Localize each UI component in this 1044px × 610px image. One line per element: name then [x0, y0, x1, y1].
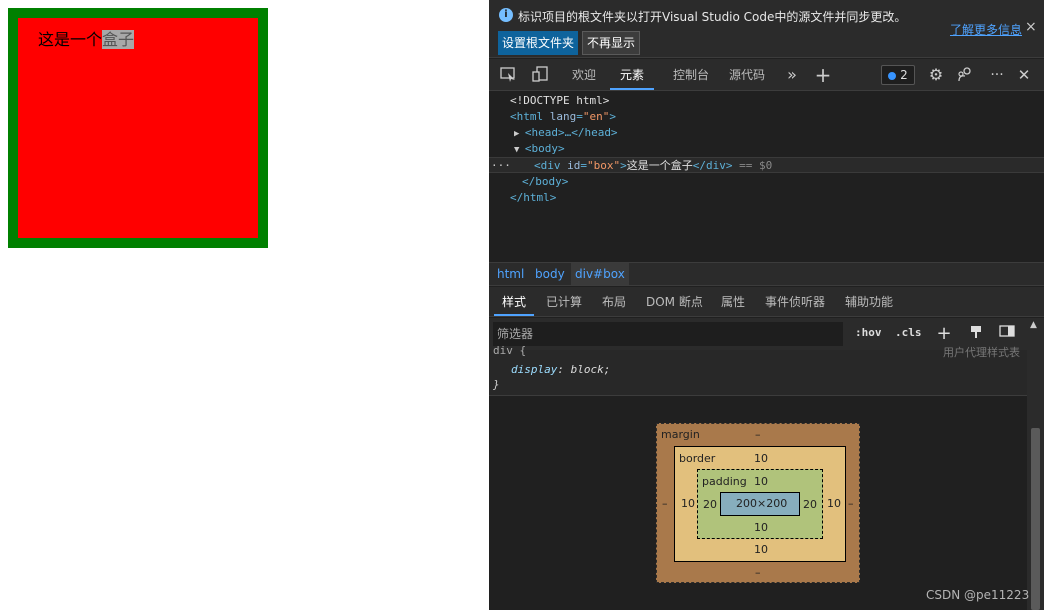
device-emulation-icon[interactable] [530, 65, 550, 85]
border-left: 10 [681, 497, 695, 510]
box-model-border[interactable]: border 10 10 10 10 padding 10 10 20 20 2… [674, 446, 846, 562]
demo-box[interactable]: 这是一个盒子 [18, 18, 258, 238]
dont-show-again-button[interactable]: 不再显示 [582, 31, 641, 55]
info-message: 标识项目的根文件夹以打开Visual Studio Code中的源文件并同步更改… [518, 10, 907, 24]
margin-bottom: – [755, 566, 761, 579]
expand-arrow-icon[interactable]: ▶ [514, 129, 525, 139]
settings-gear-icon[interactable]: ⚙ [926, 65, 946, 85]
padding-top: 10 [754, 475, 768, 488]
dom-line-doctype[interactable]: <!DOCTYPE html> [489, 93, 1044, 109]
class-toggle[interactable]: .cls [895, 326, 922, 339]
border-right: 10 [827, 497, 841, 510]
issues-count: 2 [900, 68, 908, 82]
learn-more-link[interactable]: 了解更多信息 [950, 21, 1022, 38]
property-name: display [511, 363, 558, 376]
border-top: 10 [754, 452, 768, 465]
dom-line-head[interactable]: ▶ <head>…</head> [489, 125, 1044, 141]
breadcrumb-div-box[interactable]: div#box [571, 263, 629, 285]
rule-close-brace: } [493, 378, 500, 391]
padding-bottom: 10 [754, 521, 768, 534]
collapse-arrow-icon[interactable]: ▼ [514, 145, 525, 155]
tab-styles[interactable]: 样式 [494, 287, 535, 316]
dom-line-body-close[interactable]: </body> [489, 174, 1044, 190]
tab-welcome[interactable]: 欢迎 [572, 59, 596, 90]
tab-computed[interactable]: 已计算 [538, 287, 590, 316]
close-devtools-icon[interactable]: ✕ [1014, 65, 1034, 85]
rule-selector[interactable]: div { [493, 344, 526, 357]
devtools-panel: i 标识项目的根文件夹以打开Visual Studio Code中的源文件并同步… [489, 0, 1044, 610]
margin-left: – [662, 497, 668, 510]
content-size: 200×200 [736, 497, 788, 510]
margin-right: – [848, 497, 854, 510]
styles-tabbar: 样式 已计算 布局 DOM 断点 属性 事件侦听器 辅助功能 [489, 287, 1044, 317]
tab-event-listeners[interactable]: 事件侦听器 [757, 287, 833, 316]
tab-console[interactable]: 控制台 [673, 59, 709, 90]
inspect-element-icon[interactable] [498, 65, 518, 85]
more-options-icon[interactable]: ··· [987, 65, 1007, 85]
box-text: 这是一个 [38, 30, 103, 49]
box-model-padding[interactable]: padding 10 10 20 20 200×200 [697, 469, 823, 539]
scrollbar-thumb[interactable] [1031, 428, 1040, 610]
dom-line-div-selected[interactable]: ··· <div id="box">这是一个盒子</div> == $0 [489, 157, 1044, 173]
issues-icon [888, 71, 897, 80]
issues-badge[interactable]: 2 [881, 65, 915, 85]
box-model-margin[interactable]: margin – – – – border 10 10 10 10 paddin… [656, 423, 860, 583]
rule-declaration[interactable]: display: block; [511, 363, 610, 376]
add-tab-icon[interactable]: + [813, 65, 833, 85]
page-viewport: 这是一个盒子 [0, 0, 489, 610]
watermark: CSDN @pe11223 [926, 588, 1030, 602]
breadcrumb-body[interactable]: body [531, 263, 569, 285]
box-model-area: margin – – – – border 10 10 10 10 paddin… [489, 396, 1027, 610]
devtools-toolbar: 欢迎 元素 控制台 源代码 » + 2 ⚙ ··· ✕ [489, 59, 1044, 91]
dom-tree: <!DOCTYPE html> <html lang="en"> ▶ <head… [489, 92, 1044, 262]
breadcrumb-html[interactable]: html [493, 263, 528, 285]
scroll-up-icon[interactable]: ▲ [1030, 320, 1037, 330]
style-rule: div { 用户代理样式表 display: block; } [489, 344, 1027, 396]
breadcrumb: html body div#box [489, 262, 1044, 286]
more-tabs-icon[interactable]: » [782, 65, 802, 85]
property-value: block [570, 363, 604, 376]
rule-source[interactable]: 用户代理样式表 [943, 344, 1020, 360]
hover-state-toggle[interactable]: :hov [855, 326, 882, 339]
info-bar: i 标识项目的根文件夹以打开Visual Studio Code中的源文件并同步… [489, 0, 1044, 58]
tab-layout[interactable]: 布局 [594, 287, 634, 316]
padding-label: padding [702, 475, 747, 488]
margin-label: margin [661, 428, 700, 441]
dom-line-body[interactable]: ▼ <body> [489, 141, 1044, 157]
paint-format-icon[interactable] [967, 324, 985, 344]
node-menu-icon[interactable]: ··· [489, 158, 534, 174]
demo-box-border[interactable]: 这是一个盒子 [8, 8, 268, 248]
toggle-sidebar-icon[interactable] [998, 324, 1016, 344]
tab-accessibility[interactable]: 辅助功能 [837, 287, 901, 316]
border-bottom: 10 [754, 543, 768, 556]
feedback-icon[interactable] [955, 65, 975, 85]
padding-right: 20 [803, 498, 817, 511]
styles-scrollbar[interactable]: ▲ [1027, 318, 1044, 610]
box-text-highlight: 盒子 [102, 30, 135, 49]
dom-line-html-close[interactable]: </html> [489, 190, 1044, 206]
tab-properties[interactable]: 属性 [713, 287, 753, 316]
margin-top: – [755, 428, 761, 441]
border-label: border [679, 452, 716, 465]
infobar-close-icon[interactable]: × [1025, 19, 1037, 35]
dom-line-html[interactable]: <html lang="en"> [489, 109, 1044, 125]
padding-left: 20 [703, 498, 717, 511]
box-model-content[interactable]: 200×200 [720, 492, 800, 516]
info-icon: i [499, 8, 513, 22]
set-root-folder-button[interactable]: 设置根文件夹 [498, 31, 579, 55]
tab-dom-breakpoints[interactable]: DOM 断点 [638, 287, 711, 316]
styles-filter-input[interactable] [493, 322, 843, 346]
tab-sources[interactable]: 源代码 [729, 59, 765, 90]
new-style-rule-icon[interactable]: + [935, 324, 953, 344]
tab-elements[interactable]: 元素 [610, 59, 655, 90]
